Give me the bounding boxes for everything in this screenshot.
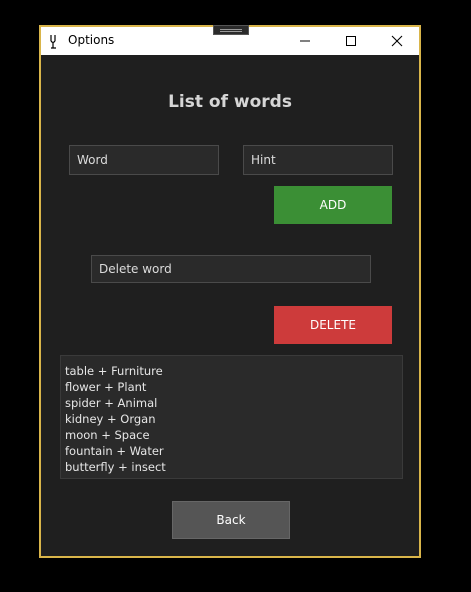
minimize-button[interactable] [282,27,328,55]
close-icon [391,35,403,47]
title-bar[interactable]: Options [41,25,420,55]
options-window: Options List of words ADD DELE [39,25,421,558]
list-item[interactable]: fountain + Water [65,443,398,459]
list-item[interactable]: kidney + Organ [65,411,398,427]
page-title: List of words [168,92,292,112]
hint-input[interactable] [243,145,393,175]
list-item[interactable]: butterfly + insect [65,459,398,475]
delete-button[interactable]: DELETE [274,306,392,344]
drag-handle[interactable] [213,25,249,35]
delete-word-input[interactable] [91,255,371,283]
word-input[interactable] [69,145,219,175]
minimize-icon [300,40,310,42]
maximize-button[interactable] [328,27,374,55]
tuning-fork-icon [49,34,59,49]
maximize-icon [346,36,356,46]
list-item[interactable]: spider + Animal [65,395,398,411]
close-button[interactable] [374,27,420,55]
list-item[interactable]: table + Furniture [65,363,398,379]
back-button[interactable]: Back [172,501,290,539]
list-item[interactable]: moon + Space [65,427,398,443]
add-button[interactable]: ADD [274,186,392,224]
options-content: List of words ADD DELETE table + Furnitu… [41,55,419,556]
list-item[interactable]: flower + Plant [65,379,398,395]
window-title: Options [68,33,115,47]
word-list[interactable]: table + Furniture flower + Plant spider … [60,355,403,479]
